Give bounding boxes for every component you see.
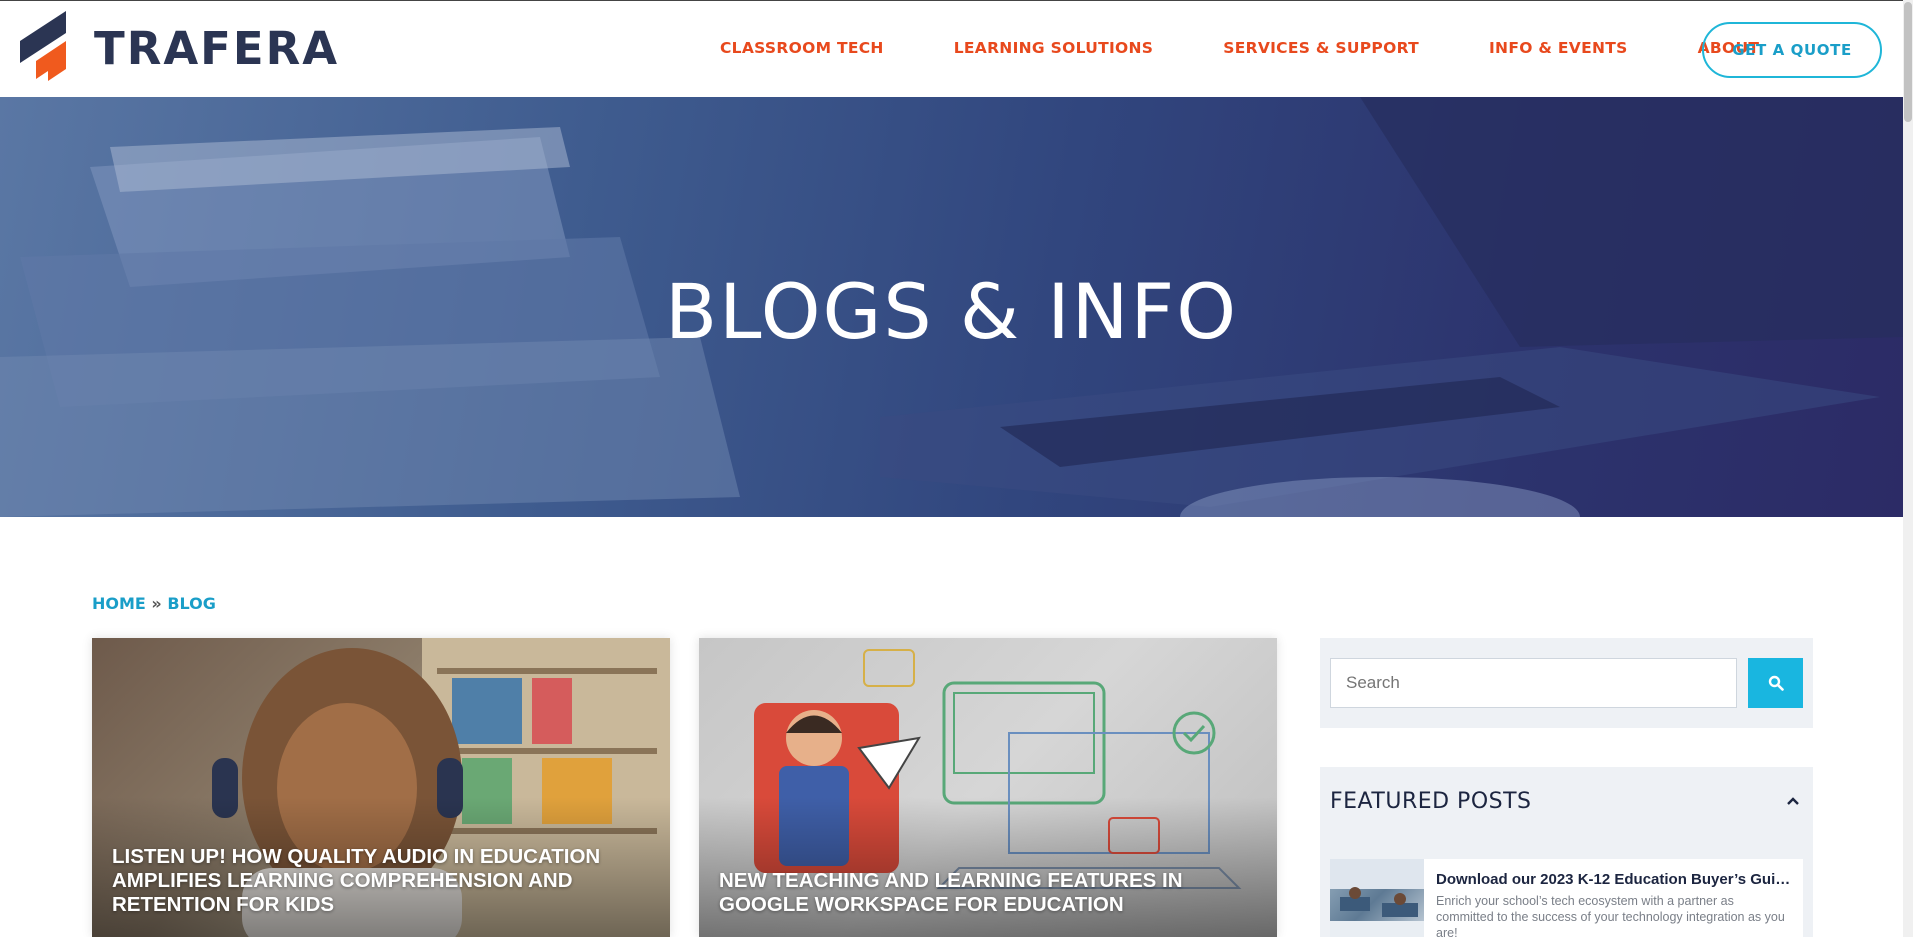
nav-item-info-events[interactable]: INFO & EVENTS (1489, 39, 1628, 57)
logo-text: TRAFERA (94, 21, 340, 75)
blog-card-title[interactable]: LISTEN UP! HOW QUALITY AUDIO IN EDUCATIO… (112, 845, 650, 917)
search-button[interactable] (1748, 658, 1803, 708)
breadcrumb-separator: » (151, 594, 162, 613)
page-scrollbar[interactable] (1903, 0, 1913, 937)
hero-banner: BLOGS & INFO (0, 97, 1903, 517)
scrollbar-thumb[interactable] (1904, 2, 1912, 122)
featured-post-thumbnail[interactable] (1330, 859, 1424, 937)
featured-posts-widget: FEATURED POSTS Download our 2023 K-12 Ed… (1320, 767, 1813, 937)
featured-post-item[interactable]: Download our 2023 K-12 Education Buyer’s… (1330, 859, 1803, 937)
search-input[interactable] (1330, 658, 1737, 708)
featured-posts-title: FEATURED POSTS (1330, 789, 1532, 814)
blog-card[interactable]: NEW TEACHING AND LEARNING FEATURES IN GO… (699, 638, 1277, 937)
nav-item-learning-solutions[interactable]: LEARNING SOLUTIONS (954, 39, 1154, 57)
featured-post-title[interactable]: Download our 2023 K-12 Education Buyer’s… (1436, 871, 1791, 888)
nav-item-classroom-tech[interactable]: CLASSROOM TECH (720, 39, 884, 57)
get-a-quote-button[interactable]: GET A QUOTE (1702, 22, 1882, 78)
blog-card-title[interactable]: NEW TEACHING AND LEARNING FEATURES IN GO… (719, 869, 1257, 917)
trafera-logo-icon (20, 11, 66, 81)
breadcrumb: HOME » BLOG (92, 594, 216, 613)
main-nav: CLASSROOM TECH LEARNING SOLUTIONS SERVIC… (720, 39, 1759, 57)
breadcrumb-home-link[interactable]: HOME (92, 594, 146, 613)
chevron-up-icon[interactable] (1785, 793, 1801, 809)
site-header: TRAFERA CLASSROOM TECH LEARNING SOLUTION… (0, 0, 1903, 97)
logo[interactable]: TRAFERA (20, 11, 339, 87)
nav-item-services-support[interactable]: SERVICES & SUPPORT (1223, 39, 1419, 57)
blog-card[interactable]: LISTEN UP! HOW QUALITY AUDIO IN EDUCATIO… (92, 638, 670, 937)
featured-post-excerpt: Enrich your school’s tech ecosystem with… (1436, 894, 1785, 937)
search-widget (1320, 638, 1813, 728)
hero-title: BLOGS & INFO (664, 267, 1239, 356)
breadcrumb-current[interactable]: BLOG (167, 594, 216, 613)
search-icon (1768, 675, 1784, 691)
classroom-photo-thumbnail (1330, 859, 1424, 937)
